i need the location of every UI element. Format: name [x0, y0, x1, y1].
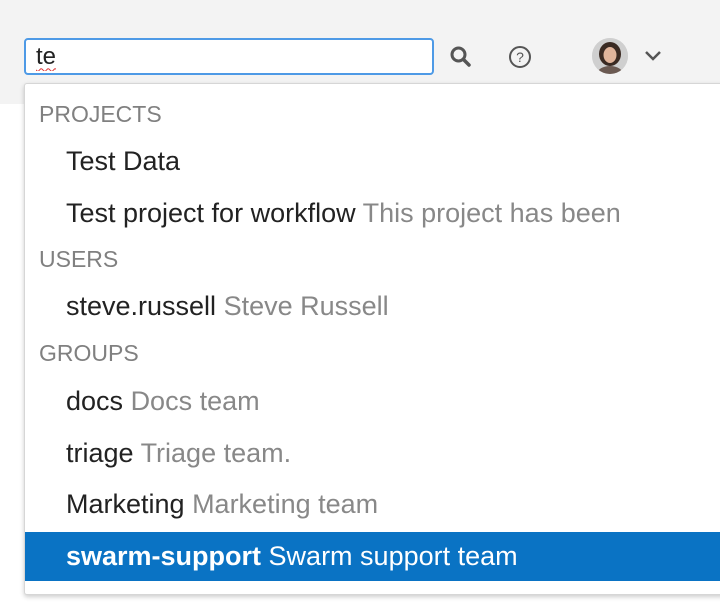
- item-name: Test Data: [66, 146, 181, 176]
- item-description: Swarm support team: [268, 541, 518, 571]
- item-name: triage: [66, 438, 134, 468]
- item-description: Triage team.: [140, 438, 292, 468]
- list-item-group[interactable]: docs Docs team: [25, 377, 720, 426]
- help-icon[interactable]: ?: [507, 44, 533, 70]
- item-name: steve.russell: [66, 291, 217, 321]
- list-item-project[interactable]: Test project for workflow This project h…: [25, 189, 720, 238]
- avatar-image: [592, 38, 628, 74]
- search-results-dropdown: PROJECTS Test Data Test project for work…: [24, 83, 720, 595]
- projects-header: PROJECTS: [39, 101, 162, 127]
- search-icon[interactable]: [448, 44, 474, 70]
- item-description: Marketing team: [192, 489, 379, 519]
- item-name: docs: [66, 386, 124, 416]
- list-item-project[interactable]: Test Data: [25, 137, 720, 186]
- svg-text:?: ?: [516, 49, 524, 65]
- chevron-down-icon[interactable]: [642, 48, 664, 64]
- item-description: Steve Russell: [223, 291, 389, 321]
- search-input[interactable]: [24, 38, 434, 75]
- list-item-group[interactable]: Marketing Marketing team: [25, 480, 720, 529]
- groups-header: GROUPS: [39, 340, 139, 366]
- item-name: Marketing: [66, 489, 185, 519]
- list-item-group[interactable]: triage Triage team.: [25, 429, 720, 478]
- avatar[interactable]: [592, 38, 628, 74]
- item-description: This project has been: [362, 198, 621, 228]
- item-description: Docs team: [130, 386, 260, 416]
- list-item-user[interactable]: steve.russell Steve Russell: [25, 282, 720, 331]
- item-name: Test project for workflow: [66, 198, 356, 228]
- list-item-group-selected[interactable]: swarm-support Swarm support team: [25, 532, 720, 581]
- item-name: swarm-support: [66, 541, 262, 571]
- users-header: USERS: [39, 246, 119, 272]
